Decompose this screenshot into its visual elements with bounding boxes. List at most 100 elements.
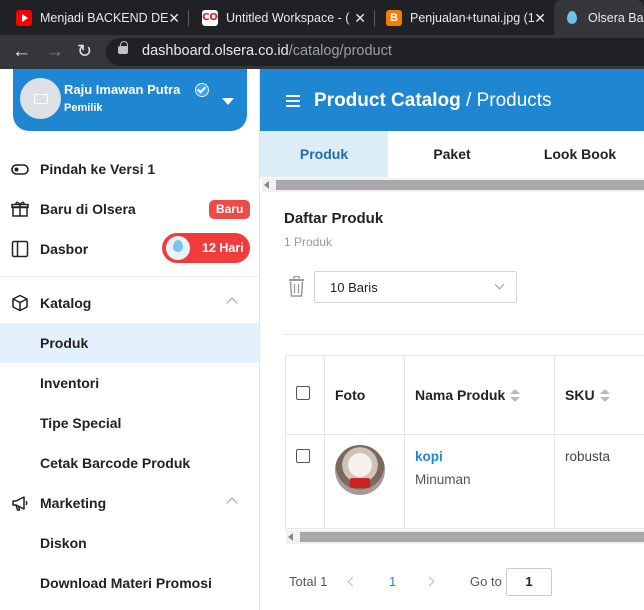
lock-icon: [118, 41, 128, 54]
sidebar-item-label: Tipe Special: [40, 415, 122, 431]
sort-icon[interactable]: [600, 389, 610, 403]
divider: [0, 276, 259, 277]
scrollbar-thumb[interactable]: [276, 180, 644, 190]
header-select-cell: [286, 356, 325, 435]
sidebar-item-inventory[interactable]: Inventori: [0, 363, 259, 403]
page-number-current[interactable]: 1: [389, 574, 396, 589]
new-badge: Baru: [209, 200, 251, 219]
scroll-left-icon[interactable]: [288, 533, 293, 541]
chevron-up-icon: [226, 497, 238, 509]
page-header: Product Catalog / Products: [260, 69, 644, 131]
catalog-tabs: Produk Paket Look Book: [260, 131, 644, 177]
chevron-left-icon[interactable]: [347, 576, 358, 587]
page-title: Product Catalog / Products: [314, 90, 552, 111]
browser-tab-blogger[interactable]: B Penjualan+tunai.jpg (1 ✕: [374, 0, 554, 35]
sidebar-item-label: Marketing: [40, 495, 107, 511]
tab-products[interactable]: Produk: [260, 131, 388, 177]
divider: [284, 334, 644, 335]
youtube-icon: [16, 9, 32, 26]
product-photo[interactable]: [335, 445, 385, 495]
product-count: 1 Produk: [284, 235, 333, 249]
avatar: [20, 78, 61, 119]
goto-label: Go to: [470, 574, 502, 589]
sidebar-item-catalog[interactable]: Katalog: [0, 283, 259, 323]
olsera-balloon-icon: [166, 236, 190, 260]
sidebar-item-discount[interactable]: Diskon: [0, 523, 259, 563]
table-scrollbar[interactable]: [286, 530, 644, 544]
close-tab-icon[interactable]: ✕: [354, 10, 366, 27]
browser-tab-title: Menjadi BACKEND DE: [40, 10, 169, 25]
sidebar-item-dashboard[interactable]: Dasbor 12 Hari: [0, 229, 259, 269]
rows-per-page-select[interactable]: 10 Baris: [314, 271, 517, 303]
sidebar-item-label: Dasbor: [40, 241, 89, 257]
row-checkbox[interactable]: [296, 449, 310, 463]
sidebar-item-switch-version[interactable]: Pindah ke Versi 1: [0, 149, 259, 189]
sidebar-item-label: Baru di Olsera: [40, 201, 136, 217]
chevron-down-icon: [494, 279, 505, 290]
caret-down-icon[interactable]: [222, 98, 234, 105]
olsera-icon: [564, 10, 580, 26]
sidebar-item-label: Katalog: [40, 295, 92, 311]
goto-page-input[interactable]: 1: [506, 568, 552, 596]
sidebar-item-label: Produk: [40, 335, 89, 351]
rows-per-page-value: 10 Baris: [330, 280, 378, 295]
hamburger-menu-icon[interactable]: [286, 95, 300, 107]
chevron-up-icon: [226, 297, 238, 309]
sidebar-item-marketing[interactable]: Marketing: [0, 483, 259, 523]
browser-tab-codepen[interactable]: CO Untitled Workspace - ( ✕: [188, 0, 374, 35]
megaphone-icon: [12, 496, 28, 511]
user-name: Raju Imawan Putra: [64, 82, 181, 97]
sidebar-item-print-barcode[interactable]: Cetak Barcode Produk: [0, 443, 259, 483]
sidebar-item-label: Diskon: [40, 535, 87, 551]
blogger-icon: B: [386, 9, 402, 26]
sidebar-item-label: Download Materi Promosi: [40, 575, 212, 591]
close-tab-icon[interactable]: ✕: [534, 10, 546, 27]
row-name-cell: kopi Minuman: [405, 435, 555, 529]
browser-tab-strip: Menjadi BACKEND DE ✕ CO Untitled Workspa…: [0, 0, 644, 35]
header-sku[interactable]: SKU: [555, 356, 644, 435]
browser-tab-olsera[interactable]: Olsera Bac: [554, 0, 644, 35]
sidebar-item-label: Pindah ke Versi 1: [40, 161, 156, 177]
sidebar-item-download-promo[interactable]: Download Materi Promosi: [0, 563, 259, 603]
sidebar-item-products[interactable]: Produk: [0, 323, 259, 363]
scroll-left-icon[interactable]: [264, 181, 269, 189]
trash-icon[interactable]: [288, 276, 305, 297]
product-list-title: Daftar Produk: [284, 210, 384, 227]
address-bar[interactable]: dashboard.olsera.co.id/catalog/product: [106, 38, 644, 66]
sort-icon[interactable]: [510, 389, 520, 403]
reload-icon[interactable]: ↻: [77, 41, 92, 62]
browser-tab-youtube[interactable]: Menjadi BACKEND DE ✕: [0, 0, 188, 35]
select-all-checkbox[interactable]: [296, 386, 310, 400]
product-name-link[interactable]: kopi: [415, 449, 443, 464]
user-role: Pemilik: [64, 102, 103, 114]
verified-icon: [195, 83, 209, 97]
row-photo-cell: [325, 435, 405, 529]
user-card[interactable]: Raju Imawan Putra Pemilik: [13, 69, 247, 131]
tab-package[interactable]: Paket: [388, 131, 516, 177]
browser-toolbar: ← → ↻ dashboard.olsera.co.id/catalog/pro…: [0, 35, 644, 69]
header-product-name[interactable]: Nama Produk: [405, 356, 555, 435]
sidebar-item-new[interactable]: Baru di Olsera Baru: [0, 189, 259, 229]
tabs-scrollbar[interactable]: [262, 178, 644, 192]
header-photo: Foto: [325, 356, 405, 435]
url-text: dashboard.olsera.co.id/catalog/product: [142, 43, 392, 59]
tab-look-book[interactable]: Look Book: [516, 131, 644, 177]
product-table: Foto Nama Produk SKU kopi Minuman robust…: [285, 355, 644, 530]
row-sku-cell: robusta: [555, 435, 644, 529]
browser-tab-title: Olsera Bac: [588, 10, 644, 25]
codepen-icon: CO: [202, 9, 218, 26]
chevron-right-icon[interactable]: [424, 576, 435, 587]
row-select-cell: [286, 435, 325, 529]
back-arrow-icon[interactable]: ←: [12, 41, 31, 63]
gift-icon: [11, 201, 29, 217]
trial-days-badge[interactable]: 12 Hari: [162, 233, 250, 263]
sidebar: Raju Imawan Putra Pemilik Pindah ke Vers…: [0, 69, 260, 610]
box-icon: [12, 294, 28, 312]
sidebar-item-special-type[interactable]: Tipe Special: [0, 403, 259, 443]
browser-tab-title: Penjualan+tunai.jpg (1: [410, 10, 535, 25]
id-card-icon: [33, 93, 48, 104]
forward-arrow-icon[interactable]: →: [45, 41, 64, 63]
scrollbar-thumb[interactable]: [300, 532, 644, 542]
close-tab-icon[interactable]: ✕: [168, 10, 180, 27]
sidebar-item-label: Cetak Barcode Produk: [40, 455, 191, 471]
